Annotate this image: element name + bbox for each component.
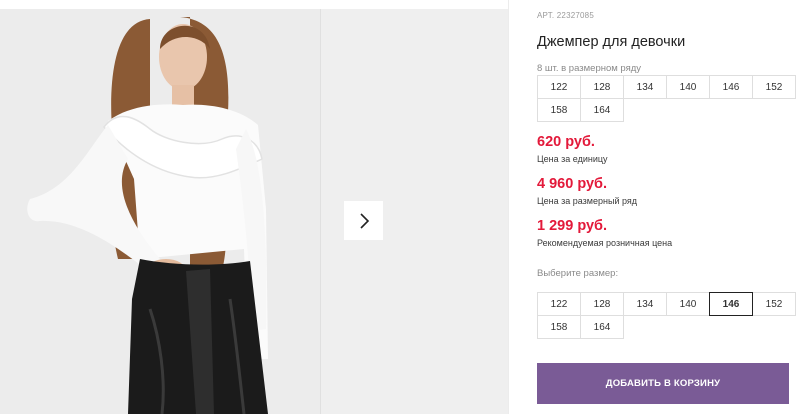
size-option[interactable]: 128 [580,292,624,316]
article-label: АРТ. [537,11,555,20]
size-option[interactable]: 140 [666,292,710,316]
article-number: АРТ. 22327085 [537,11,594,20]
size-row-cell: 158 [537,98,581,122]
product-info: АРТ. 22327085 Джемпер для девочки 8 шт. … [537,0,796,414]
size-row-cell: 134 [623,75,667,99]
size-row-cell: 122 [537,75,581,99]
gallery-next-button[interactable] [344,201,383,240]
pack-price: 4 960 руб. [537,176,608,192]
article-value: 22327085 [556,11,594,20]
product-photo[interactable] [0,9,320,414]
size-row-grid: 122 128 134 140 146 152 158 164 [537,75,796,122]
size-row-cell: 152 [752,75,796,99]
size-row-cell: 140 [666,75,710,99]
product-gallery [0,9,508,414]
size-option[interactable]: 164 [580,315,624,339]
size-option[interactable]: 122 [537,292,581,316]
product-title: Джемпер для девочки [537,34,686,50]
product-photo-illustration [0,9,320,414]
size-row-cell: 146 [709,75,753,99]
unit-price-label: Цена за единицу [537,154,608,164]
size-selector: 122 128 134 140 146 152 158 164 [537,292,796,339]
size-option[interactable]: 134 [623,292,667,316]
size-row-cell: 164 [580,98,624,122]
size-option[interactable]: 158 [537,315,581,339]
unit-price: 620 руб. [537,134,595,150]
retail-price-label: Рекомендуемая розничная цена [537,238,673,248]
choose-size-label: Выберите размер: [537,268,619,279]
chevron-right-icon [359,212,369,229]
add-to-cart-button[interactable]: ДОБАВИТЬ В КОРЗИНУ [537,363,789,404]
pack-subtitle: 8 шт. в размерном ряду [537,63,642,74]
pack-price-label: Цена за размерный ряд [537,196,638,206]
retail-price: 1 299 руб. [537,218,608,234]
size-option[interactable]: 152 [752,292,796,316]
size-option-selected[interactable]: 146 [709,292,753,316]
divider [508,0,509,414]
size-row-cell: 128 [580,75,624,99]
